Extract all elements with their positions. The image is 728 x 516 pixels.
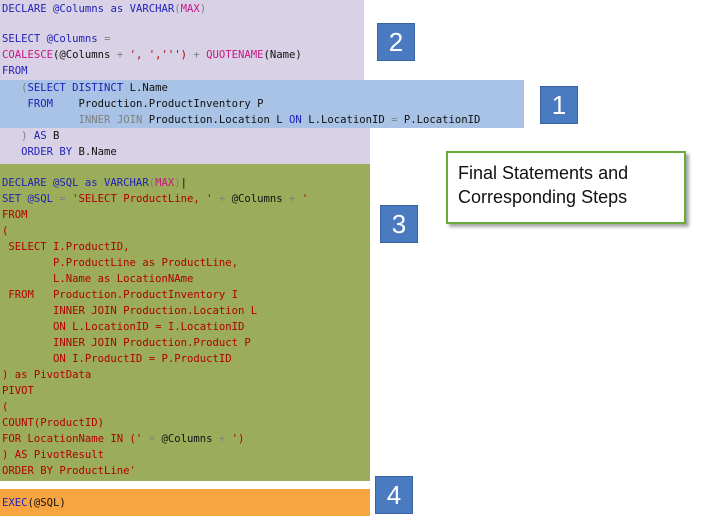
code-line-from: FROM <box>2 65 28 77</box>
code-line-sql-count: COUNT(ProductID) <box>2 417 105 429</box>
callout-box: Final Statements and Corresponding Steps <box>446 151 686 224</box>
callout-line-2: Corresponding Steps <box>458 187 628 207</box>
code-line-as-b: ) AS B <box>2 130 60 142</box>
code-line-sql-on-product: ON I.ProductID = P.ProductID <box>2 353 232 365</box>
code-line-declare-sql: DECLARE @SQL as VARCHAR(MAX)| <box>2 177 188 189</box>
code-line-inner-join-location: INNER JOIN Production.Location L ON L.Lo… <box>78 114 481 126</box>
step-1-badge: 1 <box>540 86 578 124</box>
code-line-sql-join-product: INNER JOIN Production.Product P <box>2 337 251 349</box>
code-line-sql-pivot-open: ( <box>2 401 9 413</box>
code-line-sql-locationname: L.Name as LocationNAme <box>2 273 194 285</box>
code-line-sql-productline: P.ProductLine as ProductLine, <box>2 257 238 269</box>
code-line-select-distinct: (SELECT DISTINCT L.Name <box>2 82 168 94</box>
code-line-order-by-name: ORDER BY B.Name <box>21 146 117 158</box>
code-line-sql-order-by: ORDER BY ProductLine' <box>2 465 136 477</box>
code-line-sql-join-location: INNER JOIN Production.Location L <box>2 305 258 317</box>
callout-line-1: Final Statements and <box>458 163 629 183</box>
code-line-coalesce: COALESCE(@Columns + ', ',''') + QUOTENAM… <box>2 49 302 61</box>
code-line-sql-for-in: FOR LocationName IN (' + @Columns + ') <box>2 433 245 445</box>
step-2-badge: 2 <box>377 23 415 61</box>
code-line-exec: EXEC(@SQL) <box>2 497 66 509</box>
code-line-declare-columns: DECLARE @Columns as VARCHAR(MAX) <box>2 3 207 15</box>
code-line-sql-pivotdata: ) as PivotData <box>2 369 92 381</box>
code-line-select-columns: SELECT @Columns = <box>2 33 111 45</box>
code-line-from-inventory: FROM Production.ProductInventory P <box>27 98 264 110</box>
code-line-sql-from-inventory: FROM Production.ProductInventory I <box>2 289 238 301</box>
code-line-sql-from: FROM <box>2 209 28 221</box>
code-line-sql-on-location: ON L.LocationID = I.LocationID <box>2 321 245 333</box>
code-line-sql-pivot: PIVOT <box>2 385 34 397</box>
code-line-set-sql: SET @SQL = 'SELECT ProductLine, ' + @Col… <box>2 193 309 205</box>
code-line-sql-pivotresult: ) AS PivotResult <box>2 449 105 461</box>
code-line-sql-select: SELECT I.ProductID, <box>2 241 130 253</box>
code-line-sql-open-paren: ( <box>2 225 9 237</box>
step-3-badge: 3 <box>380 205 418 243</box>
step-4-badge: 4 <box>375 476 413 514</box>
